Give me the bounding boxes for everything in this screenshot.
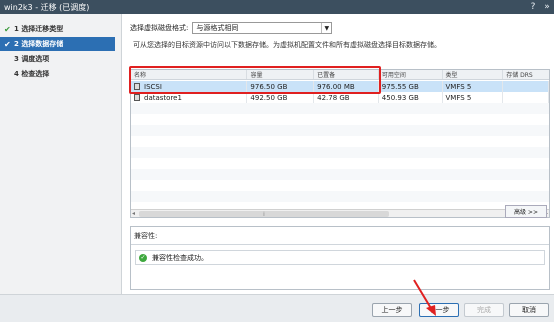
disk-format-row: 选择虚拟磁盘格式: 与源格式相同 ▼ (130, 22, 333, 34)
expand-icon[interactable]: » (540, 0, 554, 14)
column-header-type[interactable]: 类型 (443, 70, 504, 79)
compatibility-panel: 兼容性: ✓ 兼容性检查成功。 (130, 226, 550, 290)
cancel-button[interactable]: 取消 (509, 303, 549, 317)
finish-button[interactable]: 完成 (464, 303, 504, 317)
column-header-capacity[interactable]: 容量 (247, 70, 315, 79)
step-label: 检查选择 (21, 70, 50, 78)
check-icon: ✔ (4, 39, 11, 49)
column-header-provisioned[interactable]: 已置备 (314, 70, 379, 79)
step-select-migration-type[interactable]: ✔ 1 选择迁移类型 (0, 22, 121, 36)
chevron-down-icon: ▼ (321, 23, 331, 33)
step-label: 选择数据存储 (21, 40, 64, 48)
column-header-free[interactable]: 可用空间 (379, 70, 443, 79)
advanced-button[interactable]: 高级 >> (505, 205, 547, 218)
step-review[interactable]: 4 检查选择 (0, 67, 121, 81)
step-number: 2 (14, 40, 19, 48)
help-icon[interactable]: ? (526, 0, 540, 14)
disk-format-label: 选择虚拟磁盘格式: (130, 24, 189, 32)
check-icon: ✔ (4, 24, 11, 34)
provisioned-cell: 976.00 MB (314, 81, 379, 92)
table-row[interactable]: datastore1 492.50 GB 42.78 GB 450.93 GB … (131, 92, 549, 103)
step-number: 3 (14, 55, 19, 63)
step-label: 选择迁移类型 (21, 25, 64, 33)
title-bar: win2k3 - 迁移 (已调度) ? » (0, 0, 554, 14)
compatibility-message-box: ✓ 兼容性检查成功。 (135, 250, 545, 265)
datastore-icon (134, 83, 140, 90)
datastore-name: ISCSI (144, 82, 162, 91)
datastore-table: 名称 容量 已置备 可用空间 类型 存储 DRS ISCSI 976.50 GB… (130, 69, 550, 218)
step-label: 调度选项 (21, 55, 50, 63)
capacity-cell: 976.50 GB (247, 81, 315, 92)
table-header: 名称 容量 已置备 可用空间 类型 存储 DRS (131, 70, 549, 80)
provisioned-cell: 42.78 GB (314, 92, 379, 103)
type-cell: VMFS 5 (443, 81, 504, 92)
success-check-icon: ✓ (139, 253, 147, 262)
horizontal-scrollbar[interactable]: ◂ ⁞ ▸ (131, 209, 549, 218)
step-select-datastore[interactable]: ✔ 2 选择数据存储 (0, 37, 115, 51)
type-cell: VMFS 5 (443, 92, 504, 103)
disk-format-select[interactable]: 与源格式相同 ▼ (192, 22, 333, 34)
table-row[interactable]: ISCSI 976.50 GB 976.00 MB 975.55 GB VMFS… (131, 81, 549, 92)
wizard-footer: 上一步 下一步 完成 取消 (0, 294, 554, 322)
compatibility-message: 兼容性检查成功。 (152, 253, 208, 262)
description-text: 可从您选择的目标资源中访问以下数据存储。为虚拟机配置文件和所有虚拟磁盘选择目标数… (133, 41, 441, 49)
datastore-icon (134, 94, 140, 101)
step-number: 1 (14, 25, 19, 33)
storage-drs-cell (503, 81, 549, 92)
column-header-storage-drs[interactable]: 存储 DRS (503, 70, 549, 79)
step-schedule-options[interactable]: 3 调度选项 (0, 52, 121, 66)
disk-format-value: 与源格式相同 (196, 24, 239, 32)
datastore-name: datastore1 (144, 93, 182, 102)
column-header-name[interactable]: 名称 (131, 70, 248, 79)
compatibility-label: 兼容性: (131, 227, 549, 245)
free-space-cell: 450.93 GB (379, 92, 443, 103)
storage-drs-cell (503, 92, 549, 103)
window-title: win2k3 - 迁移 (已调度) (4, 2, 90, 12)
wizard-steps: ✔ 1 选择迁移类型 ✔ 2 选择数据存储 3 调度选项 4 检查选择 (0, 14, 122, 294)
free-space-cell: 975.55 GB (379, 81, 443, 92)
back-button[interactable]: 上一步 (372, 303, 412, 317)
capacity-cell: 492.50 GB (247, 92, 315, 103)
main-panel: 选择虚拟磁盘格式: 与源格式相同 ▼ 可从您选择的目标资源中访问以下数据存储。为… (125, 14, 554, 294)
scroll-left-icon[interactable]: ◂ (132, 210, 135, 217)
step-number: 4 (14, 70, 19, 78)
scrollbar-thumb[interactable]: ⁞ (139, 211, 389, 218)
next-button[interactable]: 下一步 (419, 303, 459, 317)
